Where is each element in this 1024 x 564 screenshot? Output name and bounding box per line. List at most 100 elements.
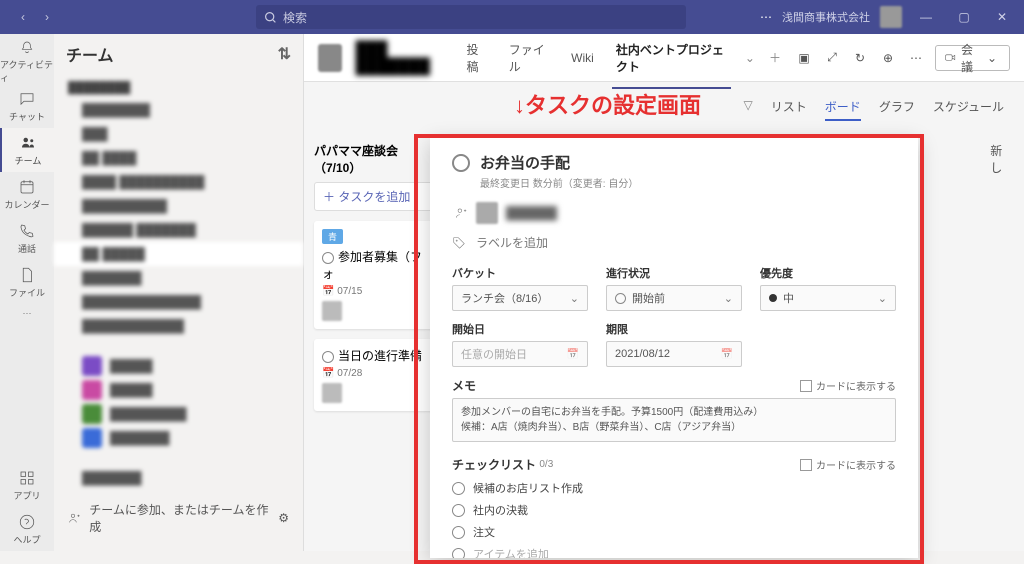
- tag-icon: [452, 236, 466, 250]
- globe-icon[interactable]: ⊕: [879, 49, 897, 67]
- checklist-item[interactable]: 注文: [452, 521, 896, 543]
- circle-icon: [615, 293, 626, 304]
- minimize-icon[interactable]: —: [912, 3, 940, 31]
- show-on-card-checkbox[interactable]: カードに表示する: [800, 457, 896, 472]
- channel-title: ███ ███████: [356, 41, 449, 75]
- channel-item[interactable]: ██ ████: [54, 146, 303, 170]
- add-label-row[interactable]: ラベルを追加: [452, 234, 896, 251]
- task-card[interactable]: 青 参加者募集（フォ 📅 07/15: [314, 221, 433, 329]
- maximize-icon[interactable]: ▢: [950, 3, 978, 31]
- channel-item[interactable]: ████████: [54, 98, 303, 122]
- assignee-avatar: [322, 383, 342, 403]
- channel-item[interactable]: ████ ██████████: [54, 170, 303, 194]
- team-item[interactable]: ███████: [54, 426, 303, 450]
- checkbox-icon: [800, 380, 812, 392]
- team-item[interactable]: ███████: [54, 466, 303, 490]
- filter-icon[interactable]: ⇅: [278, 44, 291, 64]
- channel-item[interactable]: ██ █████: [54, 242, 303, 266]
- show-on-card-checkbox[interactable]: カードに表示する: [800, 378, 896, 393]
- join-create-team[interactable]: チームに参加、またはチームを作成 ⚙: [54, 495, 303, 541]
- task-title[interactable]: お弁当の手配: [480, 152, 570, 173]
- avatar[interactable]: [880, 6, 902, 28]
- chevron-down-icon[interactable]: ⌄: [745, 51, 755, 65]
- bucket-label: バケット: [452, 265, 588, 281]
- checklist-item[interactable]: 社内の決裁: [452, 499, 896, 521]
- add-tab-icon[interactable]: ＋: [769, 49, 781, 66]
- rail-calendar[interactable]: カレンダー: [0, 172, 54, 216]
- refresh-icon[interactable]: ↻: [851, 49, 869, 67]
- channel-item[interactable]: ███: [54, 122, 303, 146]
- assignee-row[interactable]: ██████: [454, 202, 896, 224]
- rail-calls[interactable]: 通話: [0, 216, 54, 260]
- team-avatar: [318, 44, 342, 72]
- team-name[interactable]: ████████: [54, 78, 303, 98]
- circle-icon[interactable]: [452, 482, 465, 495]
- rail-help[interactable]: ヘルプ: [0, 507, 54, 551]
- tab-settings-icon[interactable]: ▣: [795, 49, 813, 67]
- rail-teams[interactable]: チーム: [0, 128, 54, 172]
- task-card[interactable]: 当日の進行準備 📅 07/28: [314, 339, 433, 411]
- complete-circle-icon[interactable]: [322, 351, 334, 363]
- team-item[interactable]: █████: [54, 378, 303, 402]
- team-item[interactable]: █████████: [54, 402, 303, 426]
- tab-wiki[interactable]: Wiki: [567, 51, 598, 65]
- calendar-icon: [567, 348, 579, 360]
- view-board[interactable]: ボード: [825, 98, 861, 121]
- titlebar: ‹ › 検索 ⋯ 浅間商事株式会社 — ▢ ✕: [0, 0, 1024, 34]
- phone-icon: [18, 222, 36, 240]
- main-area: ███ ███████ 投稿 ファイル Wiki 社内ベントプロジェクト ⌄ ＋…: [304, 34, 1024, 551]
- view-list[interactable]: リスト: [771, 98, 807, 121]
- priority-label: 優先度: [760, 265, 896, 281]
- filter-icon[interactable]: ▽: [744, 98, 753, 121]
- checklist-item[interactable]: 候補のお店リスト作成: [452, 477, 896, 499]
- due-date-input[interactable]: 2021/08/12: [606, 341, 742, 367]
- circle-icon[interactable]: [452, 526, 465, 539]
- view-chart[interactable]: グラフ: [879, 98, 915, 121]
- more-icon[interactable]: ⋯: [23, 308, 32, 319]
- meet-button[interactable]: 会議 ⌄: [935, 45, 1010, 71]
- rail-files[interactable]: ファイル: [0, 260, 54, 304]
- chat-icon: [18, 90, 36, 108]
- rail-apps[interactable]: アプリ: [0, 463, 54, 507]
- more-icon[interactable]: ⋯: [907, 49, 925, 67]
- circle-icon: [452, 548, 465, 559]
- org-name: 浅間商事株式会社: [782, 9, 870, 25]
- search-placeholder: 検索: [283, 9, 307, 26]
- chevron-down-icon: ⌄: [983, 49, 1001, 67]
- more-icon[interactable]: ⋯: [760, 10, 772, 24]
- rail-chat[interactable]: チャット: [0, 84, 54, 128]
- task-detail-panel: お弁当の手配 最終変更日 数分前（変更者: 自分） ██████ ラベルを追加 …: [430, 138, 918, 558]
- view-schedule[interactable]: スケジュール: [933, 98, 1004, 121]
- rail-activity[interactable]: アクティビティ: [0, 40, 54, 84]
- team-item[interactable]: █████: [54, 354, 303, 378]
- expand-icon[interactable]: ⤢: [823, 49, 841, 67]
- channel-item[interactable]: ██████████: [54, 194, 303, 218]
- video-icon: [944, 51, 957, 64]
- close-icon[interactable]: ✕: [988, 3, 1016, 31]
- priority-select[interactable]: 中: [760, 285, 896, 311]
- nav-back-icon[interactable]: ‹: [14, 8, 32, 26]
- channel-item[interactable]: ███████: [54, 266, 303, 290]
- add-bucket[interactable]: 新し: [990, 142, 1014, 411]
- channel-item[interactable]: ████████████: [54, 314, 303, 338]
- complete-circle-icon[interactable]: [322, 252, 334, 264]
- memo-textarea[interactable]: 参加メンバーの自宅にお弁当を手配。予算1500円（配達費用込み） 候補：A店（焼…: [452, 398, 896, 442]
- tab-planner[interactable]: 社内ベントプロジェクト: [612, 41, 731, 89]
- bucket-title[interactable]: パパママ座談会（7/10）: [314, 142, 433, 176]
- calendar-icon: [721, 348, 733, 360]
- start-date-input[interactable]: 任意の開始日: [452, 341, 588, 367]
- complete-circle-icon[interactable]: [452, 154, 470, 172]
- add-task-button[interactable]: ＋ タスクを追加: [314, 182, 433, 211]
- channel-item[interactable]: ██████████████: [54, 290, 303, 314]
- tab-files[interactable]: ファイル: [505, 41, 553, 75]
- progress-select[interactable]: 開始前: [606, 285, 742, 311]
- bucket-select[interactable]: ランチ会（8/16）: [452, 285, 588, 311]
- gear-icon[interactable]: ⚙: [278, 511, 289, 525]
- channel-item[interactable]: ██████ ███████: [54, 218, 303, 242]
- search-input[interactable]: 検索: [256, 5, 686, 29]
- app-rail: アクティビティ チャット チーム カレンダー 通話 ファイル ⋯ アプリ ヘルプ: [0, 34, 54, 551]
- circle-icon[interactable]: [452, 504, 465, 517]
- nav-forward-icon[interactable]: ›: [38, 8, 56, 26]
- tab-posts[interactable]: 投稿: [463, 41, 491, 75]
- assignee-name: ██████: [506, 206, 557, 220]
